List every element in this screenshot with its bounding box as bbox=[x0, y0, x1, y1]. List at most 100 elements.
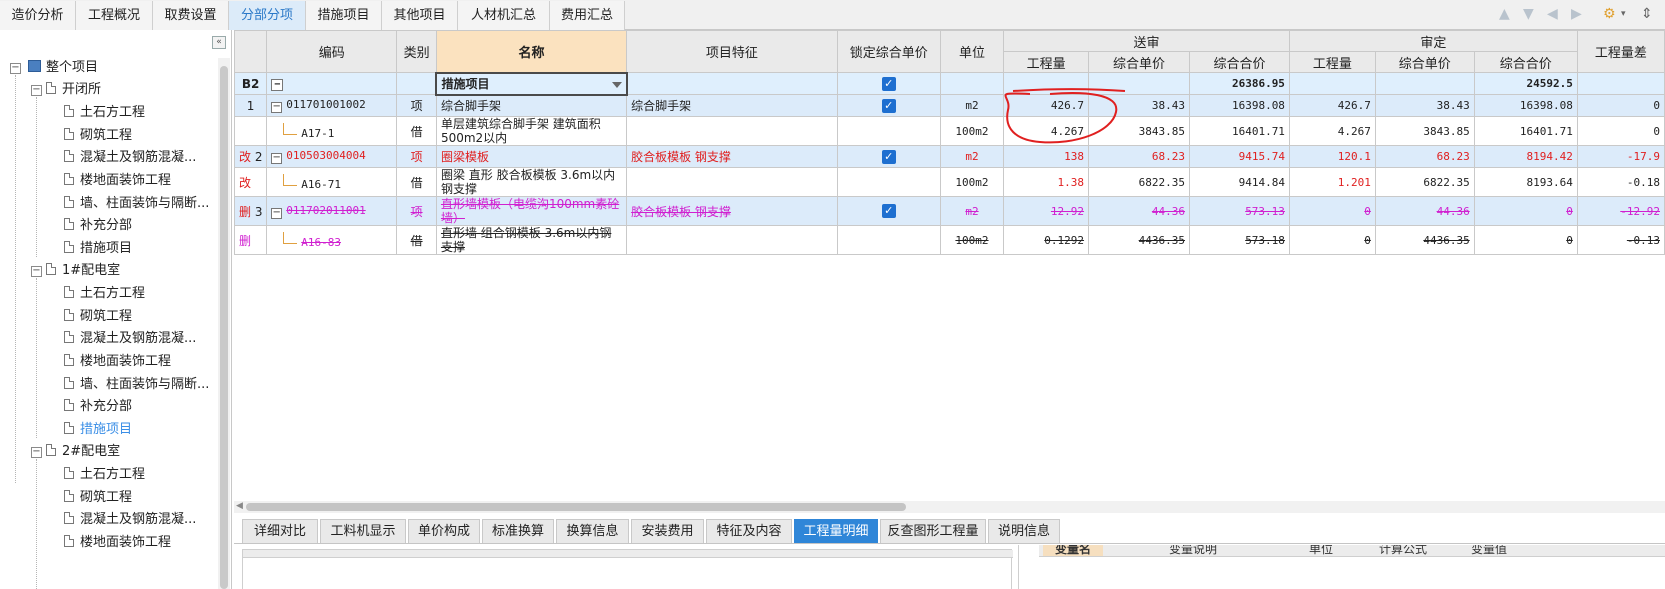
tab-unit-price-composition[interactable]: 单价构成 bbox=[408, 519, 480, 543]
checkbox-checked[interactable]: ✓ bbox=[881, 98, 896, 113]
tab-section-items[interactable]: 分部分项 bbox=[229, 1, 306, 30]
col-submitted-total[interactable]: 综合合价 bbox=[1189, 51, 1290, 73]
cell-r-total[interactable]: 24592.5 bbox=[1473, 72, 1578, 95]
tab-conversion-info[interactable]: 换算信息 bbox=[556, 519, 629, 543]
tab-reverse-graphic-quantity[interactable]: 反查图形工程量 bbox=[880, 519, 986, 543]
dropdown-icon[interactable]: ▾ bbox=[1621, 9, 1626, 19]
tab-project-overview[interactable]: 工程概况 bbox=[76, 1, 153, 30]
cell-s-price[interactable]: 44.36 bbox=[1088, 196, 1191, 226]
scroll-left-icon[interactable]: ◀ bbox=[236, 501, 243, 511]
cell-unit[interactable]: 100m2 bbox=[939, 225, 1005, 255]
tree-item[interactable]: 砌筑工程 bbox=[64, 487, 132, 509]
tree-item[interactable]: 砌筑工程 bbox=[64, 306, 132, 328]
tab-fee-settings[interactable]: 取费设置 bbox=[153, 1, 229, 30]
tree-group-3[interactable]: 2#配电室 bbox=[46, 441, 120, 463]
col-variable-desc[interactable]: 变量说明 bbox=[1169, 545, 1217, 556]
col-reviewed-price[interactable]: 综合单价 bbox=[1374, 51, 1475, 73]
tree-group-2[interactable]: 1#配电室 bbox=[46, 260, 120, 282]
table-row[interactable]: 1 −011701001002 项 综合脚手架 综合脚手架 ✓ m2 426.7… bbox=[233, 94, 1665, 117]
cell-unit[interactable]: m2 bbox=[939, 145, 1005, 168]
cell-r-total[interactable]: 8194.42 bbox=[1473, 145, 1578, 168]
cell-s-price[interactable]: 68.23 bbox=[1088, 145, 1191, 168]
cell-s-total[interactable]: 16401.71 bbox=[1189, 116, 1290, 146]
cell-s-total[interactable]: 16398.08 bbox=[1189, 94, 1290, 117]
cell-name[interactable]: 直形墙 组合钢模板 3.6m以内钢支撑 bbox=[435, 225, 628, 255]
tree-item[interactable]: 补充分部 bbox=[64, 396, 132, 418]
cell-diff[interactable]: -17.9 bbox=[1576, 145, 1665, 168]
tree-item[interactable]: 墙、柱面装饰与隔断... bbox=[64, 374, 209, 396]
cell-feature[interactable]: 胶合板模板 钢支撑 bbox=[626, 145, 838, 168]
tree-toggle-group-3[interactable]: − bbox=[31, 447, 42, 458]
cell-r-price[interactable]: 68.23 bbox=[1374, 145, 1475, 168]
cell-s-qty[interactable]: 138 bbox=[1003, 145, 1090, 168]
cell-unit[interactable] bbox=[939, 72, 1005, 95]
tab-quantity-detail[interactable]: 工程量明细 bbox=[794, 519, 878, 543]
cell-s-qty[interactable]: 1.38 bbox=[1003, 167, 1090, 197]
cell-r-price[interactable] bbox=[1374, 72, 1475, 95]
cell-type[interactable]: 项 bbox=[396, 145, 437, 168]
cell-feature[interactable] bbox=[626, 116, 838, 146]
cell-code[interactable]: A16-83 bbox=[266, 225, 398, 255]
arrow-left-icon[interactable]: ◀ bbox=[1547, 6, 1558, 22]
tree-item[interactable]: 措施项目 bbox=[64, 238, 132, 260]
table-row-sub[interactable]: 改 A16-71 借 圈梁 直形 胶合板模板 3.6m以内钢支撑 100m2 1… bbox=[233, 167, 1665, 197]
table-row[interactable]: 改 2 −010503004004 项 圈梁模板 胶合板模板 钢支撑 ✓ m2 … bbox=[233, 145, 1665, 168]
cell-lock[interactable] bbox=[836, 225, 941, 255]
cell-r-total[interactable]: 0 bbox=[1473, 196, 1578, 226]
cell-r-total[interactable]: 16401.71 bbox=[1473, 116, 1578, 146]
cell-diff[interactable]: 0 bbox=[1576, 94, 1665, 117]
col-reviewed-total[interactable]: 综合合价 bbox=[1473, 51, 1578, 73]
tab-labor-material[interactable]: 工料机显示 bbox=[320, 519, 406, 543]
arrow-up-icon[interactable]: ▲ bbox=[1499, 6, 1510, 22]
cell-lock[interactable]: ✓ bbox=[836, 145, 941, 168]
cell-r-price[interactable]: 44.36 bbox=[1374, 196, 1475, 226]
cell-lock[interactable]: ✓ bbox=[836, 94, 941, 117]
cell-r-qty[interactable]: 120.1 bbox=[1288, 145, 1376, 168]
col-code[interactable]: 编码 bbox=[266, 30, 398, 73]
arrow-down-icon[interactable]: ▼ bbox=[1523, 6, 1534, 22]
cell-s-total[interactable]: 26386.95 bbox=[1189, 72, 1290, 95]
cell-s-qty[interactable] bbox=[1003, 72, 1090, 95]
col-submitted-price[interactable]: 综合单价 bbox=[1088, 51, 1191, 73]
col-reviewed-qty[interactable]: 工程量 bbox=[1288, 51, 1376, 73]
tree-item[interactable]: 土石方工程 bbox=[64, 102, 145, 124]
chevron-down-icon[interactable] bbox=[611, 81, 622, 88]
cell-lock[interactable] bbox=[836, 116, 941, 146]
col-variable-unit[interactable]: 单位 bbox=[1309, 545, 1333, 556]
cell-type[interactable]: 项 bbox=[396, 94, 437, 117]
cell-s-qty[interactable]: 426.7 bbox=[1003, 94, 1090, 117]
cell-r-price[interactable]: 4436.35 bbox=[1374, 225, 1475, 255]
cell-type[interactable]: 项 bbox=[396, 196, 437, 226]
col-variable-name[interactable]: 变量名 bbox=[1043, 545, 1103, 556]
table-row-deleted[interactable]: 删 3 −011702011001 项 直形墙模板（电缆沟100mm素砼墙） 胶… bbox=[233, 196, 1665, 226]
cell-s-total[interactable]: 9414.84 bbox=[1189, 167, 1290, 197]
col-variable-value[interactable]: 变量值 bbox=[1471, 545, 1507, 556]
tree-scrollbar[interactable] bbox=[218, 58, 230, 589]
table-row-section[interactable]: B2 − 措施项目 ✓ 26386.95 24592.5 bbox=[233, 71, 1665, 96]
cell-feature[interactable]: 综合脚手架 bbox=[626, 94, 838, 117]
cell-unit[interactable]: 100m2 bbox=[939, 116, 1005, 146]
tab-measure-items[interactable]: 措施项目 bbox=[306, 1, 382, 30]
tree-item[interactable]: 混凝土及钢筋混凝... bbox=[64, 147, 196, 169]
tree-item[interactable]: 墙、柱面装饰与隔断... bbox=[64, 193, 209, 215]
cell-r-price[interactable]: 3843.85 bbox=[1374, 116, 1475, 146]
cell-r-qty[interactable]: 1.201 bbox=[1288, 167, 1376, 197]
cell-unit[interactable]: m2 bbox=[939, 196, 1005, 226]
tree-item[interactable]: 楼地面装饰工程 bbox=[64, 170, 171, 192]
tree-group-1[interactable]: 开闭所 bbox=[46, 79, 101, 101]
cell-s-price[interactable]: 3843.85 bbox=[1088, 116, 1191, 146]
cell-name-editor[interactable]: 措施项目 bbox=[435, 71, 628, 96]
cell-r-qty[interactable]: 0 bbox=[1288, 196, 1376, 226]
cell-r-total[interactable]: 16398.08 bbox=[1473, 94, 1578, 117]
cell-s-price[interactable] bbox=[1088, 72, 1191, 95]
collapse-toggle[interactable]: − bbox=[271, 153, 283, 164]
cell-diff[interactable]: -12.92 bbox=[1576, 196, 1665, 226]
tree-item-selected[interactable]: 措施项目 bbox=[64, 419, 132, 441]
col-unit[interactable]: 单位 bbox=[939, 30, 1005, 73]
cell-diff[interactable]: -0.18 bbox=[1576, 167, 1665, 197]
collapse-toggle[interactable]: − bbox=[271, 78, 284, 91]
tab-cost-summary[interactable]: 费用汇总 bbox=[550, 1, 625, 30]
cell-code[interactable]: A16-71 bbox=[266, 167, 398, 197]
col-lock-price[interactable]: 锁定综合单价 bbox=[836, 30, 941, 73]
tab-cost-analysis[interactable]: 造价分析 bbox=[0, 1, 76, 30]
